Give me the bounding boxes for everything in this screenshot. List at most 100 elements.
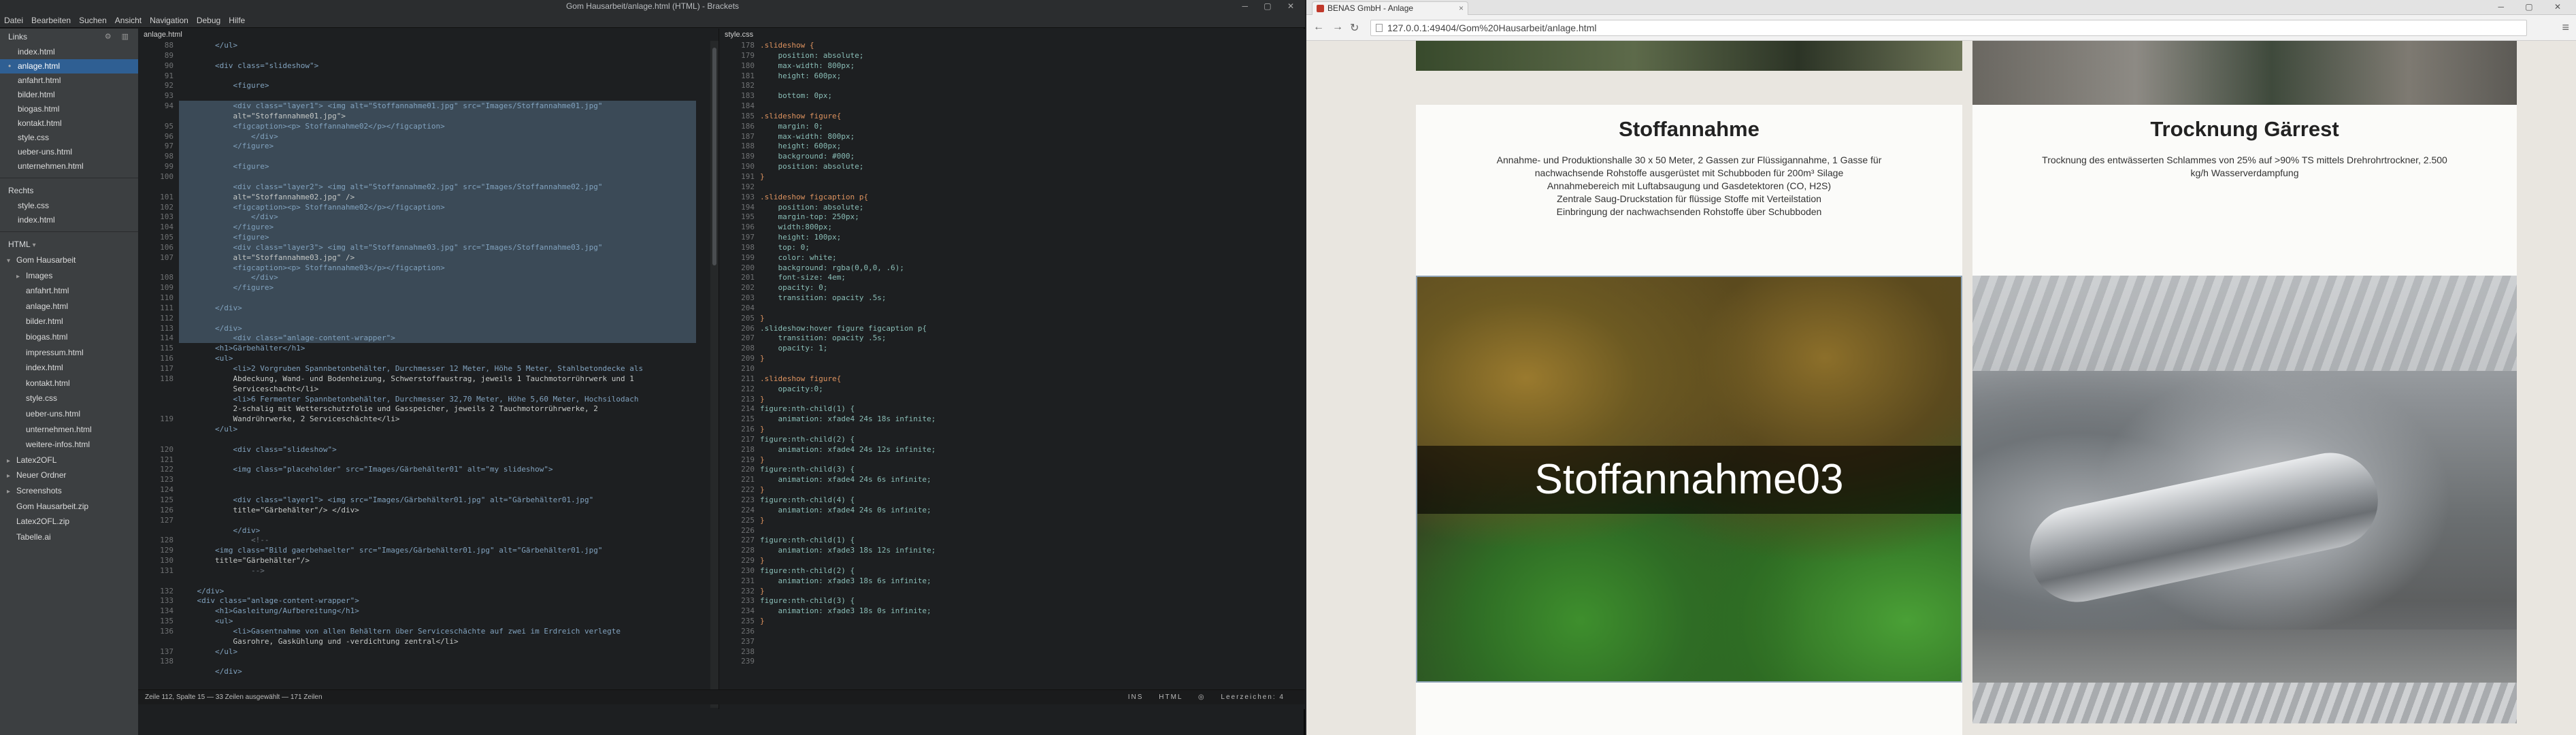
- code-line[interactable]: }: [760, 314, 936, 324]
- code-line[interactable]: font-size: 4em;: [760, 273, 936, 283]
- tree-item[interactable]: unternehmen.html: [7, 422, 138, 438]
- code-css[interactable]: .slideshow { position: absolute; max-wid…: [760, 41, 936, 637]
- code-line[interactable]: </figure>: [179, 142, 643, 152]
- code-line[interactable]: Wandrührwerke, 2 Serviceschächte</li>: [179, 414, 643, 425]
- code-line[interactable]: [179, 91, 643, 101]
- url-text[interactable]: 127.0.0.1:49404/Gom%20Hausarbeit/anlage.…: [1387, 22, 1596, 33]
- code-line[interactable]: -->: [179, 566, 643, 576]
- code-line[interactable]: title="Gärbehälter"/> </div>: [179, 506, 643, 516]
- working-file-item[interactable]: bilder.html: [0, 88, 138, 102]
- window-controls[interactable]: ─ ▢ ✕: [1242, 0, 1301, 13]
- code-line[interactable]: title="Gärbehälter"/>: [179, 556, 643, 566]
- chevron-icon[interactable]: ▸: [7, 454, 16, 470]
- code-line[interactable]: alt="Stoffannahme03.jpg" />: [179, 253, 643, 263]
- code-line[interactable]: [179, 657, 643, 667]
- code-line[interactable]: [760, 364, 936, 374]
- code-line[interactable]: animation: xfade3 18s 0s infinite;: [760, 606, 936, 617]
- address-bar[interactable]: 127.0.0.1:49404/Gom%20Hausarbeit/anlage.…: [1370, 20, 2527, 36]
- code-line[interactable]: <div class="anlage-content-wrapper">: [179, 596, 643, 606]
- code-line[interactable]: <li>2 Vorgruben Spannbetonbehälter, Durc…: [179, 364, 643, 374]
- code-line[interactable]: </figure>: [179, 223, 643, 233]
- code-line[interactable]: </div>: [179, 587, 643, 597]
- tree-item[interactable]: Gom Hausarbeit.zip: [7, 499, 138, 514]
- code-line[interactable]: Serviceschacht</li>: [179, 385, 643, 395]
- code-line[interactable]: height: 600px;: [760, 71, 936, 82]
- code-line[interactable]: </div>: [179, 667, 643, 677]
- code-line[interactable]: <li>6 Fermenter Spannbetonbehälter, Durc…: [179, 395, 643, 405]
- code-line[interactable]: alt="Stoffannahme01.jpg">: [179, 112, 643, 122]
- code-line[interactable]: [179, 293, 643, 304]
- code-line[interactable]: <h1>Gärbehälter</h1>: [179, 344, 643, 354]
- code-line[interactable]: <figcaption><p> Stoffannahme03</p></figc…: [179, 263, 643, 274]
- code-line[interactable]: height: 100px;: [760, 233, 936, 243]
- tree-item[interactable]: ▸ Neuer Ordner: [7, 468, 138, 483]
- code-line[interactable]: width:800px;: [760, 223, 936, 233]
- code-line[interactable]: figure:nth-child(3) {: [760, 465, 936, 475]
- working-file-item[interactable]: kontakt.html: [0, 116, 138, 131]
- code-line[interactable]: <ul>: [179, 354, 643, 364]
- code-line[interactable]: max-width: 800px;: [760, 132, 936, 142]
- tree-item[interactable]: ▸ Latex2OFL: [7, 453, 138, 468]
- menu-item[interactable]: Debug: [193, 13, 225, 28]
- chevron-icon[interactable]: ▸: [7, 485, 16, 500]
- tree-item[interactable]: ▸ Screenshots: [7, 483, 138, 499]
- code-line[interactable]: <ul>: [179, 617, 643, 627]
- code-line[interactable]: </div>: [179, 304, 643, 314]
- code-line[interactable]: </div>: [179, 212, 643, 223]
- code-line[interactable]: [760, 526, 936, 536]
- code-line[interactable]: Abdeckung, Wand- und Bodenheizung, Schwe…: [179, 374, 643, 385]
- menu-item[interactable]: Datei: [0, 13, 27, 28]
- code-line[interactable]: background: #000;: [760, 152, 936, 162]
- code-line[interactable]: [179, 475, 643, 485]
- code-line[interactable]: bottom: 0px;: [760, 91, 936, 101]
- working-file-item[interactable]: biogas.html: [0, 102, 138, 116]
- code-line[interactable]: .slideshow:hover figure figcaption p{: [760, 324, 936, 334]
- tree-item[interactable]: Tabelle.ai: [7, 529, 138, 545]
- chevron-icon[interactable]: ▸: [16, 270, 26, 285]
- tree-item[interactable]: biogas.html: [7, 329, 138, 345]
- code-line[interactable]: <img class="placeholder" src="Images/Gär…: [179, 465, 643, 475]
- code-line[interactable]: [179, 576, 643, 587]
- tree-item[interactable]: kontakt.html: [7, 376, 138, 391]
- code-line[interactable]: .slideshow figcaption p{: [760, 193, 936, 203]
- back-icon[interactable]: ←: [1313, 21, 1324, 33]
- menu-item[interactable]: Ansicht: [111, 13, 146, 28]
- code-line[interactable]: figure:nth-child(1) {: [760, 404, 936, 414]
- code-line[interactable]: transition: opacity .5s;: [760, 293, 936, 304]
- code-line[interactable]: [179, 455, 643, 466]
- code-line[interactable]: color: white;: [760, 253, 936, 263]
- code-line[interactable]: .slideshow figure{: [760, 112, 936, 122]
- indent-setting[interactable]: Leerzeichen: 4: [1221, 693, 1285, 701]
- code-line[interactable]: opacity: 0;: [760, 283, 936, 293]
- working-file-item[interactable]: • anlage.html: [0, 59, 138, 74]
- code-line[interactable]: [760, 182, 936, 193]
- code-line[interactable]: figure:nth-child(1) {: [760, 536, 936, 546]
- menu-item[interactable]: Bearbeiten: [27, 13, 75, 28]
- code-line[interactable]: }: [760, 172, 936, 182]
- code-line[interactable]: }: [760, 516, 936, 526]
- code-line[interactable]: opacity:0;: [760, 385, 936, 395]
- code-line[interactable]: <div class="layer3"> <img alt="Stoffanna…: [179, 243, 643, 253]
- code-line[interactable]: }: [760, 587, 936, 597]
- code-line[interactable]: <!--: [179, 536, 643, 546]
- code-line[interactable]: margin: 0;: [760, 122, 936, 132]
- code-line[interactable]: animation: xfade4 24s 18s infinite;: [760, 414, 936, 425]
- code-line[interactable]: <figcaption><p> Stoffannahme02</p></figc…: [179, 122, 643, 132]
- code-line[interactable]: }: [760, 455, 936, 466]
- code-line[interactable]: </ul>: [179, 647, 643, 657]
- code-line[interactable]: <figure>: [179, 233, 643, 243]
- code-line[interactable]: [179, 314, 643, 324]
- forward-icon[interactable]: →: [1332, 21, 1343, 33]
- code-line[interactable]: [179, 152, 643, 162]
- code-line[interactable]: figure:nth-child(2) {: [760, 566, 936, 576]
- working-file-item[interactable]: style.css: [0, 131, 138, 145]
- tree-item[interactable]: Latex2OFL.zip: [7, 514, 138, 529]
- code-line[interactable]: [179, 435, 643, 445]
- code-line[interactable]: transition: opacity .5s;: [760, 333, 936, 344]
- chevron-icon[interactable]: ▸: [7, 469, 16, 485]
- close-tab-icon[interactable]: ×: [1459, 2, 1464, 15]
- tree-item[interactable]: anlage.html: [7, 299, 138, 314]
- code-line[interactable]: position: absolute;: [760, 203, 936, 213]
- page-info-icon[interactable]: [1376, 24, 1383, 32]
- code-line[interactable]: 2-schalig mit Wetterschutzfolie und Gass…: [179, 404, 643, 414]
